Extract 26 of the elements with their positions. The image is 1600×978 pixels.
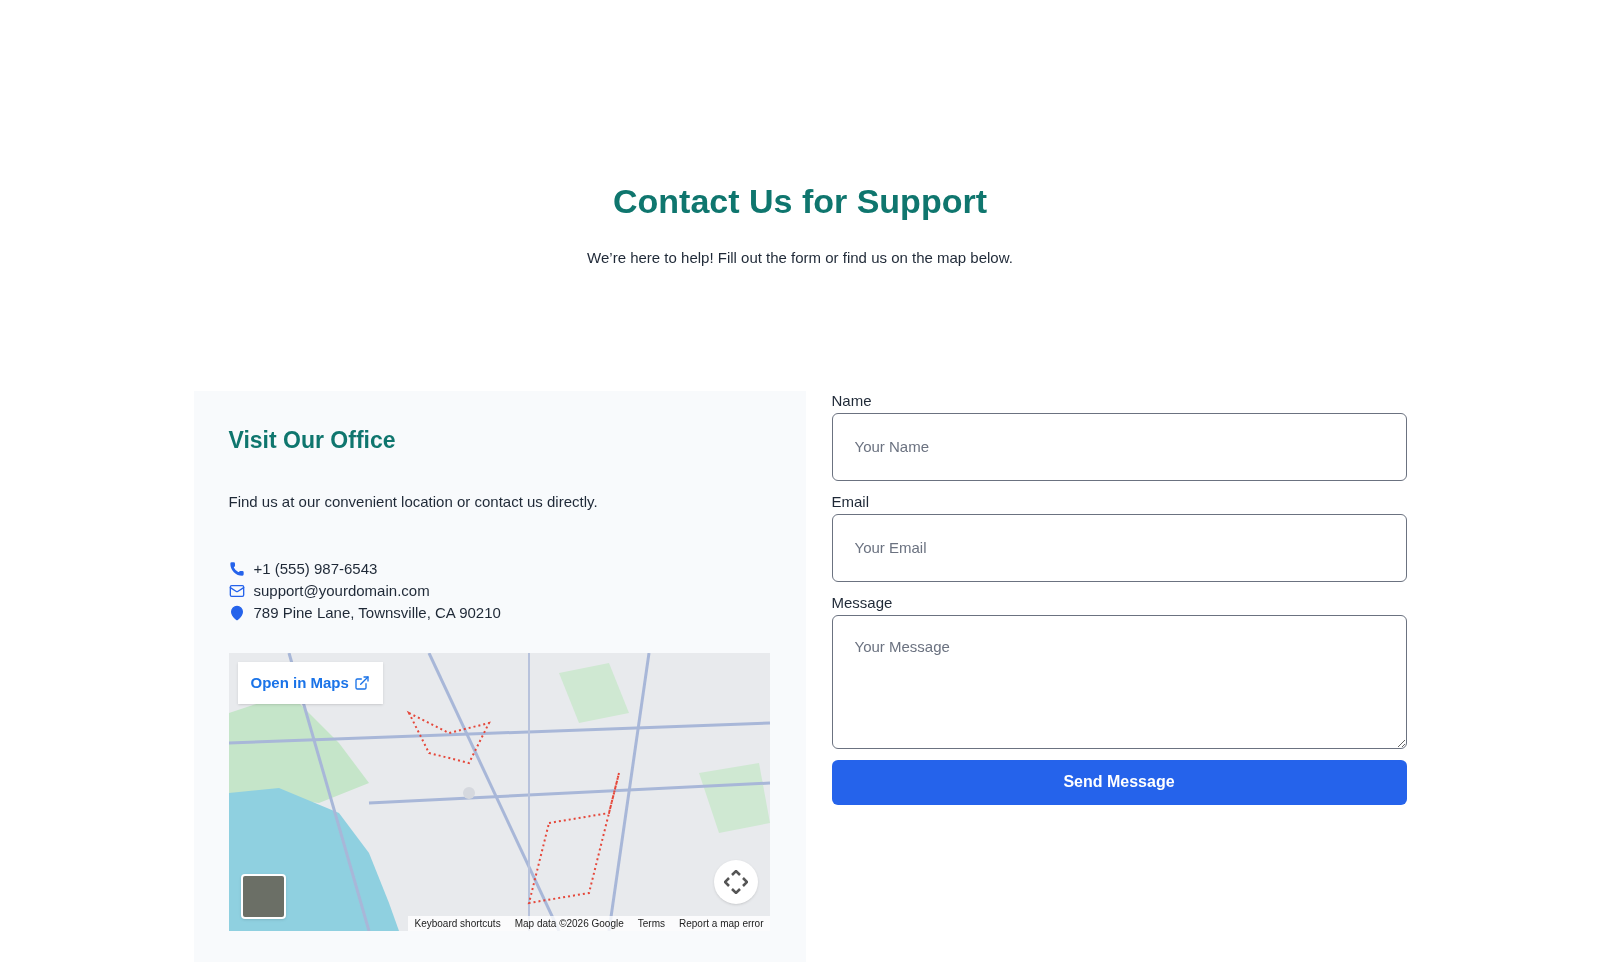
- satellite-toggle[interactable]: [240, 873, 286, 919]
- external-link-icon: [353, 674, 370, 691]
- office-description: Find us at our convenient location or contact us directly.: [228, 492, 599, 512]
- map[interactable]: Open in Maps Keyboard shortcuts Map data ©2026 Google Terms Report a map error: [228, 652, 770, 931]
- send-message-button[interactable]: Send Message: [831, 759, 1407, 805]
- office-title: Visit Our Office: [228, 425, 397, 455]
- message-field[interactable]: Your Message: [831, 614, 1407, 749]
- field-label: Email: [831, 491, 870, 512]
- map-pin-icon: [228, 604, 245, 621]
- attribution-link[interactable]: Terms: [637, 915, 665, 931]
- move-arrows-icon: [723, 869, 748, 894]
- contact-detail: +1 (555) 987-6543: [253, 558, 378, 579]
- contact-detail: support@yourdomain.com: [253, 580, 430, 601]
- input-field[interactable]: Your Name: [831, 412, 1407, 481]
- page-subtitle: We’re here to help! Fill out the form or find us on the map below.: [587, 248, 1013, 268]
- attribution-link[interactable]: Keyboard shortcuts: [414, 915, 501, 931]
- open-in-maps-link[interactable]: Open in Maps: [237, 661, 383, 704]
- page-title: Contact Us for Support: [613, 181, 987, 222]
- contact-detail: 789 Pine Lane, Townsville, CA 90210: [253, 602, 501, 623]
- field-label: Message: [831, 592, 894, 613]
- input-field[interactable]: Your Email: [831, 513, 1407, 582]
- field-label: Name: [831, 390, 873, 411]
- envelope-icon: [228, 582, 245, 599]
- attribution-link[interactable]: Map data ©2026 Google: [514, 915, 624, 931]
- phone-icon: [228, 560, 245, 577]
- attribution-link[interactable]: Report a map error: [679, 915, 764, 931]
